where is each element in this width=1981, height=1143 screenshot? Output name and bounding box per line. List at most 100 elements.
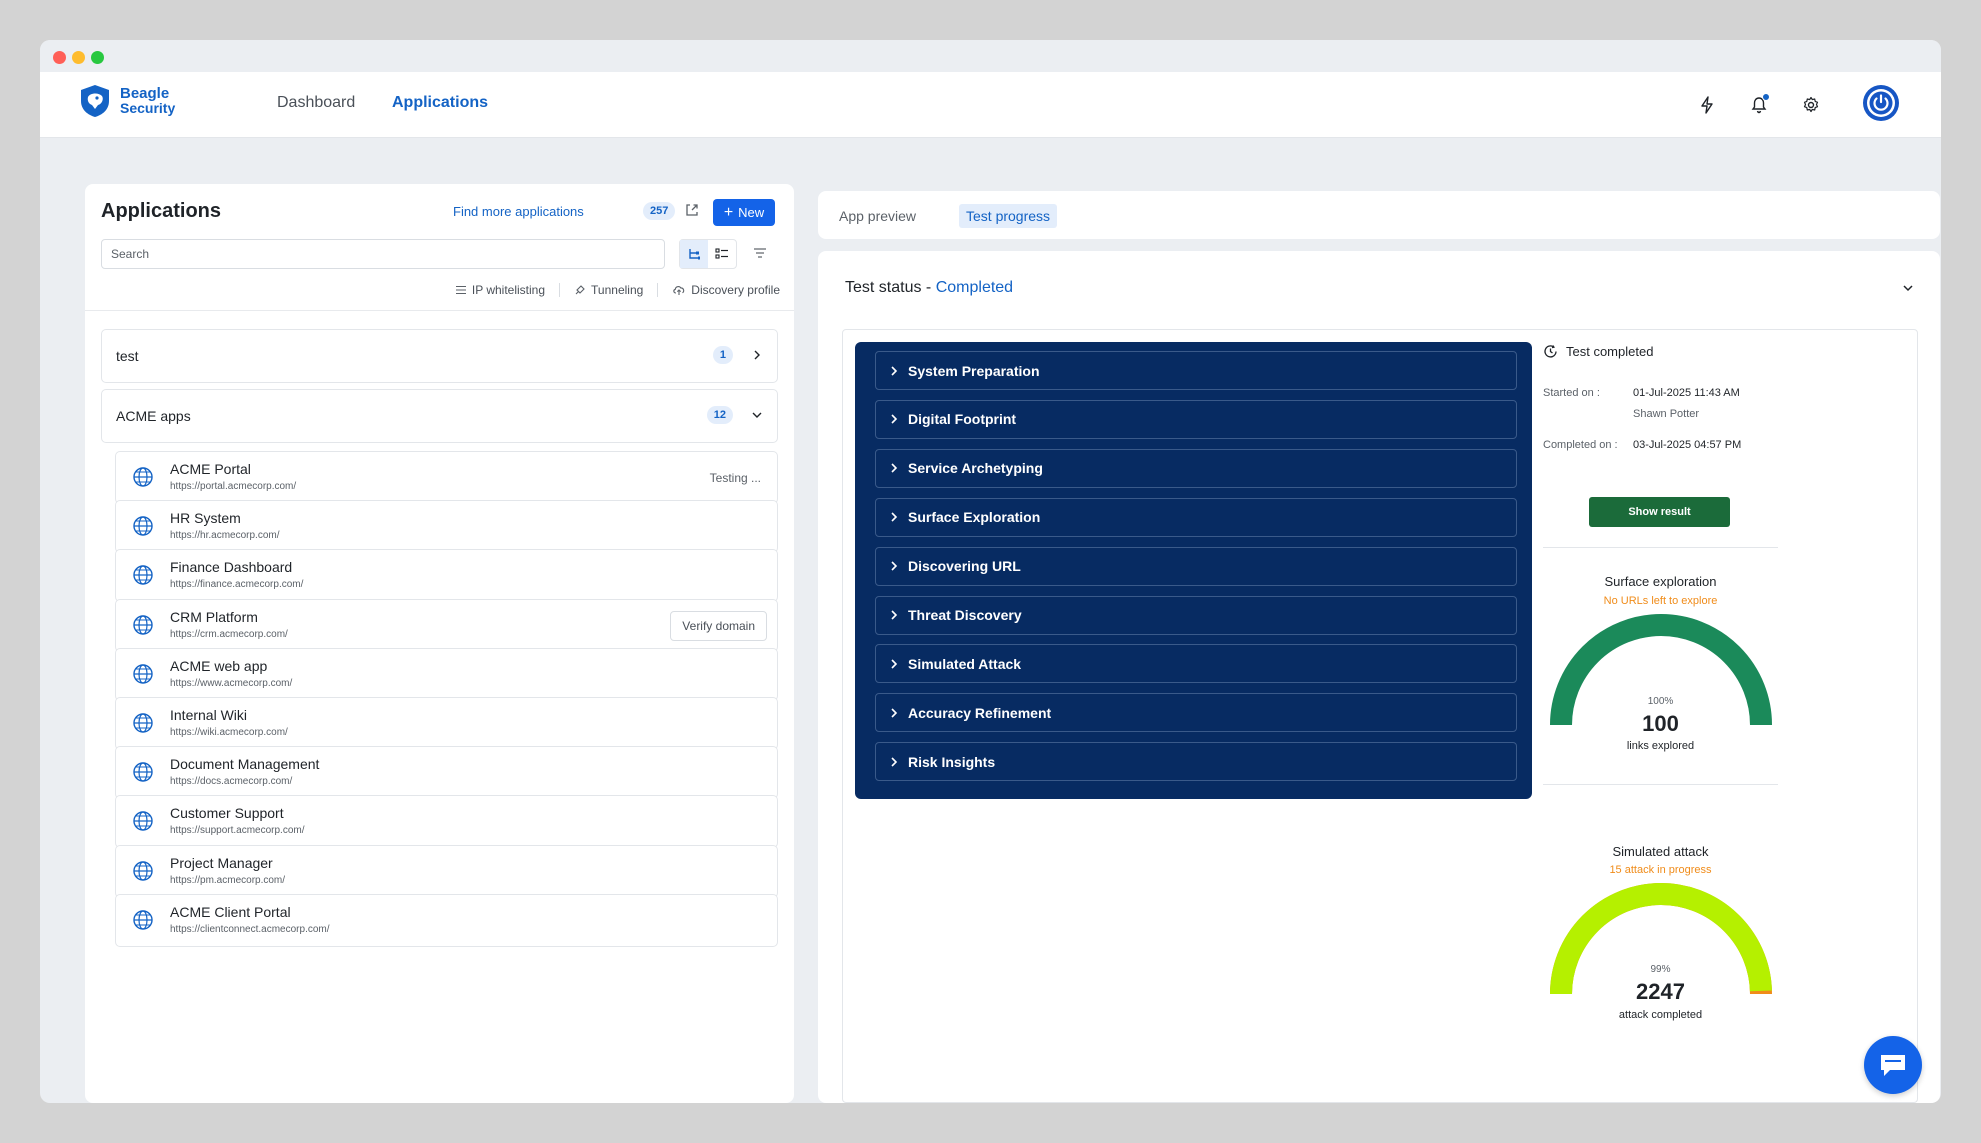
close-window-button[interactable] <box>53 51 66 64</box>
tab-test-progress[interactable]: Test progress <box>959 204 1058 228</box>
bell-icon[interactable] <box>1746 92 1772 118</box>
phase-item[interactable]: Accuracy Refinement <box>875 693 1517 733</box>
phase-item[interactable]: Simulated Attack <box>875 644 1517 684</box>
app-name: Internal Wiki <box>170 707 248 723</box>
app-url: https://clientconnect.acmecorp.com/ <box>170 923 330 935</box>
notification-dot <box>1762 93 1770 101</box>
lightning-icon[interactable] <box>1694 92 1720 118</box>
logo-line-2: Security <box>120 100 176 116</box>
tunneling-link[interactable]: Tunneling <box>574 283 643 297</box>
nav-dashboard[interactable]: Dashboard <box>277 94 355 112</box>
app-row[interactable]: CRM Platform https://crm.acmecorp.com/Ver… <box>115 598 778 652</box>
globe-icon <box>132 860 154 887</box>
list-view-button[interactable] <box>708 240 736 268</box>
find-more-count-badge: 257 <box>643 202 676 220</box>
power-button[interactable] <box>1863 85 1899 121</box>
applications-title: Applications <box>101 200 222 222</box>
verify-domain-button[interactable]: Verify domain <box>670 610 767 641</box>
app-url: https://wiki.acmecorp.com/ <box>170 727 288 738</box>
app-url: https://docs.acmecorp.com/ <box>170 776 293 788</box>
chat-icon <box>1881 1055 1905 1076</box>
tree-view-icon <box>689 249 700 260</box>
app-row[interactable]: Finance Dashboard https://finance.acmecor… <box>115 549 778 603</box>
divider <box>1543 547 1778 548</box>
app-row[interactable]: ACME web app https://www.acmecorp.com/ <box>115 647 778 701</box>
simulated-attack-title: Simulated attack <box>1612 844 1709 859</box>
globe-icon <box>132 564 154 591</box>
ip-whitelisting-label: IP whitelisting <box>471 283 546 297</box>
phase-label: Service Archetyping <box>908 460 1043 477</box>
app-row[interactable]: Document Management https://docs.acmecorp… <box>115 746 778 800</box>
phase-item[interactable]: Digital Footprint <box>875 399 1517 439</box>
test-completed-label: Test completed <box>1566 344 1654 359</box>
beagle-logo[interactable]: Beagle Security <box>78 83 175 119</box>
group-acme-apps[interactable]: ACME apps 12 <box>101 389 778 443</box>
app-name: ACME web app <box>170 657 268 674</box>
discovery-profile-link[interactable]: Discovery profile <box>672 283 780 297</box>
globe-icon <box>132 614 154 641</box>
simulated-attack-value: 2247 <box>1636 979 1685 1004</box>
surface-exploration-value: 100 <box>1642 711 1679 736</box>
clock-icon <box>1544 345 1557 358</box>
chevron-right-icon <box>751 348 763 366</box>
nav-applications[interactable]: Applications <box>392 94 488 112</box>
gauge-fill <box>1550 614 1772 725</box>
chevron-right-icon <box>891 659 898 669</box>
app-row[interactable]: HR System https://hr.acmecorp.com/ <box>115 500 778 554</box>
tunneling-label: Tunneling <box>591 283 644 297</box>
divider <box>559 283 561 297</box>
app-url: https://pm.acmecorp.com/ <box>170 874 286 886</box>
chevron-right-icon <box>891 414 898 424</box>
phase-list: System Preparation Digital Footprint Servi… <box>855 342 1532 799</box>
app-row[interactable]: Project Manager https://pm.acmecorp.com/ <box>115 844 778 898</box>
phase-label: Simulated Attack <box>908 655 1022 672</box>
app-url: https://www.acmecorp.com/ <box>170 677 293 689</box>
app-name: ACME Portal <box>170 461 251 477</box>
collapse-chevron-icon[interactable] <box>1902 281 1914 299</box>
app-row[interactable]: Internal Wiki https://wiki.acmecorp.com/ <box>115 697 778 750</box>
maximize-window-button[interactable] <box>91 51 104 64</box>
show-result-button[interactable]: Show result <box>1589 497 1730 527</box>
view-toggle <box>679 239 737 269</box>
globe-icon <box>132 466 154 493</box>
phase-item[interactable]: System Preparation <box>875 351 1517 390</box>
minimize-window-button[interactable] <box>72 51 85 64</box>
new-application-button[interactable]: + New <box>713 199 775 226</box>
right-tabs: App preview Test progress <box>818 191 1940 239</box>
phase-item[interactable]: Threat Discovery <box>875 595 1517 635</box>
gear-icon[interactable] <box>1798 92 1824 118</box>
surface-exploration-title: Surface exploration <box>1604 574 1717 589</box>
app-row[interactable]: ACME Portal https://portal.acmecorp.com/T… <box>115 451 778 504</box>
title-bar <box>40 40 1941 72</box>
phase-item[interactable]: Risk Insights <box>875 742 1517 782</box>
globe-icon <box>132 663 154 690</box>
filter-icon[interactable] <box>753 246 767 264</box>
ip-whitelisting-link[interactable]: IP whitelisting <box>455 283 545 297</box>
test-status-value: Completed <box>935 279 1014 296</box>
simulated-attack-gauge <box>1550 883 1772 994</box>
globe-icon <box>132 761 154 788</box>
tree-view-button[interactable] <box>680 240 708 268</box>
top-navigation: Beagle Security Dashboard Applications <box>40 72 1941 138</box>
divider <box>1543 784 1778 785</box>
started-by: Shawn Potter <box>1633 408 1700 420</box>
app-name: CRM Platform <box>170 608 258 625</box>
discovery-profile-label: Discovery profile <box>691 283 780 297</box>
find-more-applications-link[interactable]: Find more applications <box>453 204 584 219</box>
phase-label: Threat Discovery <box>908 607 1022 623</box>
application-settings-links: IP whitelisting Tunneling Discovery prof… <box>455 283 780 297</box>
app-url: https://portal.acmecorp.com/ <box>170 481 297 492</box>
group-test[interactable]: test 1 <box>101 329 778 383</box>
chat-button[interactable] <box>1864 1036 1922 1094</box>
surface-exploration-caption: links explored <box>1626 740 1695 752</box>
tab-app-preview[interactable]: App preview <box>832 204 923 228</box>
globe-icon <box>132 909 154 936</box>
export-icon[interactable] <box>684 202 700 223</box>
search-input[interactable]: Search <box>101 239 665 269</box>
phase-item[interactable]: Discovering URL <box>875 546 1517 586</box>
started-on-value: 01-Jul-2025 11:43 AM <box>1633 387 1740 399</box>
phase-item[interactable]: Service Archetyping <box>875 448 1517 488</box>
app-row[interactable]: ACME Client Portal https://clientconnect.… <box>115 893 778 947</box>
app-row[interactable]: Customer Support https://support.acmecorp… <box>115 795 778 849</box>
phase-item[interactable]: Surface Exploration <box>875 497 1517 537</box>
